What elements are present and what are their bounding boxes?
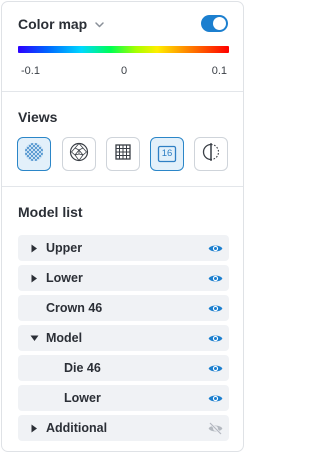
- model-panel: Color map -0.1 0 0.1 Views 16 Model list…: [1, 1, 244, 452]
- color-scale-bar: [18, 46, 229, 53]
- caret-right-icon[interactable]: [29, 243, 39, 253]
- model-list-item-lower[interactable]: Lower: [18, 265, 229, 291]
- eye-icon[interactable]: [207, 301, 223, 315]
- model-list-item-label: Lower: [46, 271, 83, 285]
- color-map-title: Color map: [18, 16, 88, 32]
- caret-right-icon[interactable]: [29, 423, 39, 433]
- mesh-sphere-icon: [23, 141, 45, 168]
- number-badge-label: 16: [161, 148, 173, 159]
- model-list-item-lower-child[interactable]: Lower: [18, 385, 229, 411]
- eye-icon[interactable]: [207, 361, 223, 375]
- color-map-dropdown[interactable]: Color map: [18, 14, 105, 34]
- model-list-item-label: Upper: [46, 241, 83, 255]
- half-circle-section-icon: [201, 142, 221, 167]
- views-title: Views: [18, 109, 58, 125]
- divider: [2, 186, 243, 187]
- caret-down-icon[interactable]: [29, 333, 39, 343]
- eye-icon[interactable]: [207, 391, 223, 405]
- model-list-item-crown-46[interactable]: Crown 46: [18, 295, 229, 321]
- model-list-item-label: Die 46: [64, 361, 101, 375]
- caret-right-icon[interactable]: [29, 273, 39, 283]
- model-list-item-additional[interactable]: Additional: [18, 415, 229, 441]
- wireframe-sphere-icon: [68, 141, 90, 168]
- grid-icon: [113, 142, 133, 167]
- model-list-item-label: Crown 46: [46, 301, 103, 315]
- view-grid-button[interactable]: [106, 137, 140, 171]
- toggle-knob: [213, 17, 226, 30]
- scale-max-label: 0.1: [211, 65, 227, 77]
- model-list-item-die-46[interactable]: Die 46: [18, 355, 229, 381]
- scale-mid-label: 0: [121, 65, 128, 77]
- chevron-down-icon: [93, 18, 105, 30]
- model-list-item-model[interactable]: Model: [18, 325, 229, 351]
- model-list-item-label: Model: [46, 331, 83, 345]
- eye-icon[interactable]: [207, 331, 223, 345]
- divider: [2, 91, 243, 92]
- view-section-button[interactable]: [194, 137, 228, 171]
- number-badge-icon: 16: [157, 145, 177, 163]
- model-list-item-label: Lower: [64, 391, 101, 405]
- view-mesh-button[interactable]: [17, 137, 51, 171]
- scale-min-label: -0.1: [21, 65, 40, 77]
- eye-off-icon[interactable]: [207, 421, 223, 435]
- model-list-item-label: Additional: [46, 421, 108, 435]
- eye-icon[interactable]: [207, 271, 223, 285]
- view-wireframe-button[interactable]: [62, 137, 96, 171]
- model-list-item-upper[interactable]: Upper: [18, 235, 229, 261]
- view-number-button[interactable]: 16: [150, 137, 184, 171]
- eye-icon[interactable]: [207, 241, 223, 255]
- model-list-title: Model list: [18, 204, 83, 220]
- color-map-toggle[interactable]: [201, 15, 228, 32]
